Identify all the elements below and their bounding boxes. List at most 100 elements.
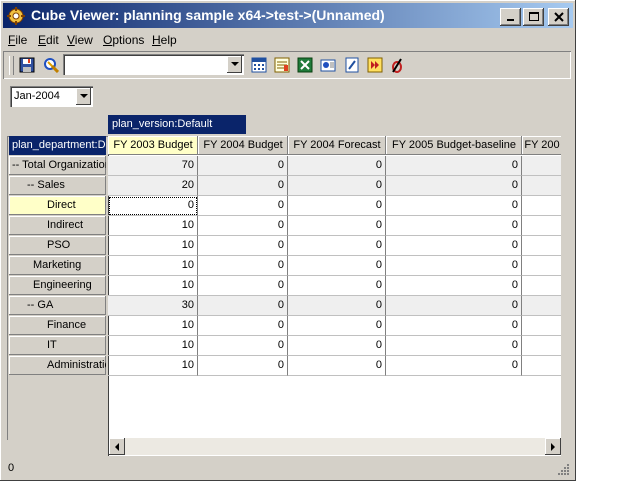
- grid-cell[interactable]: 0: [198, 356, 288, 376]
- row-header[interactable]: Administration: [9, 356, 106, 375]
- grid-cell[interactable]: [522, 196, 561, 216]
- grid-cell[interactable]: 0: [288, 176, 386, 196]
- toolbar-grip[interactable]: [9, 56, 14, 75]
- menu-help[interactable]: Help: [152, 33, 177, 47]
- row-header[interactable]: Marketing: [9, 256, 106, 275]
- grid-cell[interactable]: 0: [386, 316, 522, 336]
- menu-options[interactable]: Options: [103, 33, 144, 47]
- grid-cell[interactable]: 0: [386, 156, 522, 176]
- row-header[interactable]: -- Sales: [9, 176, 106, 195]
- grid-cell[interactable]: 0: [288, 336, 386, 356]
- row-header[interactable]: Direct: [9, 196, 106, 215]
- grid-cell[interactable]: 10: [108, 276, 198, 296]
- calculator-icon[interactable]: [251, 57, 267, 73]
- column-header[interactable]: FY 2004 Budget: [198, 136, 288, 155]
- scroll-right-button[interactable]: [545, 438, 561, 455]
- grid-cell[interactable]: [522, 156, 561, 176]
- column-dimension-label[interactable]: plan_version:Default: [108, 115, 246, 134]
- title-dimension-select[interactable]: Jan-2004: [10, 86, 93, 107]
- grid-cell[interactable]: 10: [108, 216, 198, 236]
- dimension-icon[interactable]: [320, 57, 336, 73]
- excel-icon[interactable]: [297, 57, 313, 73]
- row-header[interactable]: PSO: [9, 236, 106, 255]
- grid-cell[interactable]: 0: [386, 276, 522, 296]
- menu-view[interactable]: View: [67, 33, 93, 47]
- grid-cell[interactable]: 0: [288, 216, 386, 236]
- column-header[interactable]: FY 200: [522, 136, 561, 155]
- title-dimension-arrow[interactable]: [76, 88, 91, 105]
- menu-file[interactable]: File: [8, 33, 27, 47]
- grid-cell[interactable]: 30: [108, 296, 198, 316]
- grid-cell[interactable]: [522, 336, 561, 356]
- grid-cell[interactable]: 0: [198, 176, 288, 196]
- grid-cell[interactable]: 0: [198, 196, 288, 216]
- view-select[interactable]: [63, 54, 244, 75]
- grid-cell[interactable]: [522, 296, 561, 316]
- grid-cell[interactable]: 0: [198, 236, 288, 256]
- grid-cell[interactable]: 10: [108, 356, 198, 376]
- grid-cell[interactable]: 70: [108, 156, 198, 176]
- column-header[interactable]: FY 2005 Budget-baseline: [386, 136, 522, 155]
- grid-cell[interactable]: 0: [198, 336, 288, 356]
- column-header[interactable]: FY 2004 Forecast: [288, 136, 386, 155]
- grid-cell[interactable]: 0: [288, 276, 386, 296]
- grid-cell[interactable]: [522, 276, 561, 296]
- grid-cell[interactable]: 0: [288, 356, 386, 376]
- grid-cell[interactable]: 0: [386, 356, 522, 376]
- save-icon[interactable]: [19, 57, 35, 73]
- grid-cell[interactable]: 0: [108, 196, 198, 216]
- grid-cell[interactable]: 0: [288, 236, 386, 256]
- maximize-button[interactable]: [523, 8, 544, 26]
- grid-cell[interactable]: 0: [198, 276, 288, 296]
- row-header[interactable]: IT: [9, 336, 106, 355]
- grid-cell[interactable]: 0: [386, 256, 522, 276]
- grid-cell[interactable]: 0: [288, 156, 386, 176]
- sheet-icon[interactable]: [274, 57, 290, 73]
- grid-cell[interactable]: 10: [108, 316, 198, 336]
- row-header[interactable]: -- Total Organization: [9, 156, 106, 175]
- grid-cell[interactable]: 10: [108, 256, 198, 276]
- grid-cell[interactable]: 10: [108, 236, 198, 256]
- grid-cell[interactable]: [522, 356, 561, 376]
- grid-cell[interactable]: 0: [288, 256, 386, 276]
- close-button[interactable]: [548, 8, 569, 26]
- row-dimension-label[interactable]: plan_department:De: [9, 136, 106, 155]
- resize-grip-icon[interactable]: [558, 463, 570, 475]
- grid-cell[interactable]: 0: [386, 196, 522, 216]
- grid-cell[interactable]: 0: [386, 336, 522, 356]
- title-bar[interactable]: Cube Viewer: planning sample x64->test->…: [3, 3, 573, 28]
- grid-cell[interactable]: 0: [198, 316, 288, 336]
- grid-cell[interactable]: [522, 316, 561, 336]
- column-header[interactable]: FY 2003 Budget: [108, 136, 198, 155]
- row-header[interactable]: Indirect: [9, 216, 106, 235]
- minimize-button[interactable]: [500, 8, 521, 26]
- grid-cell[interactable]: [522, 256, 561, 276]
- grid-cell[interactable]: 0: [198, 296, 288, 316]
- grid-cell[interactable]: 0: [386, 176, 522, 196]
- pen-icon[interactable]: [389, 57, 405, 73]
- grid-cell[interactable]: [522, 216, 561, 236]
- horizontal-scrollbar[interactable]: [109, 438, 561, 455]
- menu-edit[interactable]: Edit: [38, 33, 59, 47]
- grid-cell[interactable]: 0: [198, 216, 288, 236]
- grid-cell[interactable]: 0: [386, 236, 522, 256]
- recalculate-icon[interactable]: [43, 57, 59, 73]
- grid-cell[interactable]: 0: [288, 296, 386, 316]
- notes-icon[interactable]: [344, 57, 360, 73]
- row-header[interactable]: Finance: [9, 316, 106, 335]
- grid-cell[interactable]: 0: [198, 256, 288, 276]
- grid-cell[interactable]: [522, 176, 561, 196]
- grid-cell[interactable]: 0: [198, 156, 288, 176]
- grid-cell[interactable]: 20: [108, 176, 198, 196]
- grid-cell[interactable]: 0: [386, 216, 522, 236]
- grid-cell[interactable]: 10: [108, 336, 198, 356]
- scroll-left-button[interactable]: [109, 438, 125, 455]
- row-header[interactable]: -- GA: [9, 296, 106, 315]
- view-select-arrow[interactable]: [227, 56, 242, 73]
- forward-icon[interactable]: [367, 57, 383, 73]
- grid-cell[interactable]: 0: [288, 196, 386, 216]
- grid-cell[interactable]: 0: [288, 316, 386, 336]
- grid-cell[interactable]: [522, 236, 561, 256]
- grid-cell[interactable]: 0: [386, 296, 522, 316]
- row-header[interactable]: Engineering: [9, 276, 106, 295]
